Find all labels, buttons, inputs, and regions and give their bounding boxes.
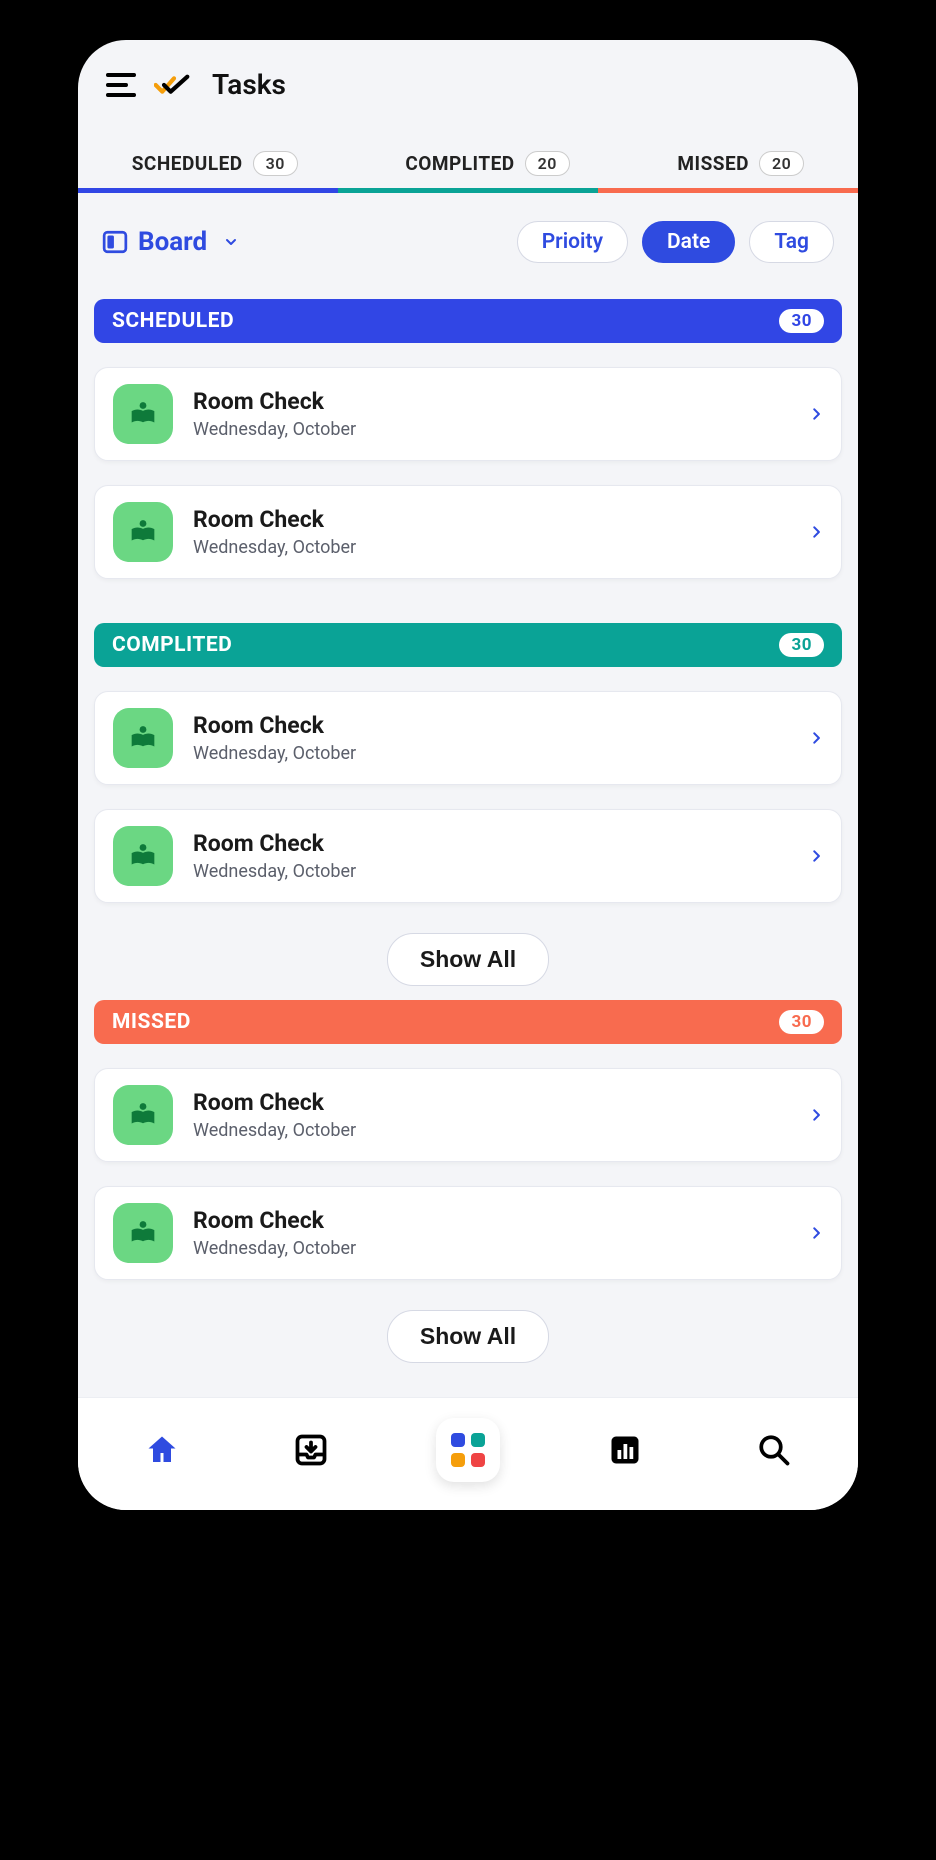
task-subtitle: Wednesday, October [193, 861, 789, 882]
section-label: SCHEDULED [112, 309, 234, 333]
nav-search[interactable] [751, 1427, 797, 1473]
tab-label: COMPLITED [405, 152, 514, 175]
tab-count: 20 [525, 151, 570, 176]
app-screen: Tasks SCHEDULED 30 COMPLITED 20 MISSED 2… [78, 40, 858, 1510]
tab-count: 30 [253, 151, 298, 176]
tasks-logo-icon [154, 73, 194, 97]
task-card[interactable]: Room Check Wednesday, October [94, 1068, 842, 1162]
task-title: Room Check [193, 1089, 789, 1116]
show-all-button[interactable]: Show All [387, 1310, 549, 1363]
section-header-completed[interactable]: COMPLITED 30 [94, 623, 842, 667]
task-subtitle: Wednesday, October [193, 1120, 789, 1141]
home-icon [144, 1432, 180, 1468]
task-icon [113, 384, 173, 444]
chevron-right-icon [809, 726, 823, 750]
tab-underline [78, 188, 858, 193]
nav-apps[interactable] [436, 1418, 500, 1482]
task-info: Room Check Wednesday, October [193, 506, 789, 558]
task-card[interactable]: Room Check Wednesday, October [94, 1186, 842, 1280]
filter-tag[interactable]: Tag [749, 221, 834, 263]
task-info: Room Check Wednesday, October [193, 1089, 789, 1141]
apps-icon [451, 1433, 485, 1467]
task-info: Room Check Wednesday, October [193, 388, 789, 440]
tab-count: 20 [759, 151, 804, 176]
task-title: Room Check [193, 1207, 789, 1234]
filter-chips: Prioity Date Tag [517, 221, 834, 263]
task-info: Room Check Wednesday, October [193, 830, 789, 882]
section-count: 30 [779, 1010, 824, 1034]
task-subtitle: Wednesday, October [193, 419, 789, 440]
tab-scheduled[interactable]: SCHEDULED 30 [132, 151, 298, 188]
status-tabs: SCHEDULED 30 COMPLITED 20 MISSED 20 [78, 119, 858, 188]
task-icon [113, 1203, 173, 1263]
inbox-icon [293, 1432, 329, 1468]
view-label: Board [138, 227, 207, 257]
task-subtitle: Wednesday, October [193, 1238, 789, 1259]
filter-bar: Board Prioity Date Tag [78, 193, 858, 285]
page-title: Tasks [212, 68, 286, 101]
section-header-missed[interactable]: MISSED 30 [94, 1000, 842, 1044]
tab-completed[interactable]: COMPLITED 20 [405, 151, 570, 188]
task-icon [113, 826, 173, 886]
task-info: Room Check Wednesday, October [193, 1207, 789, 1259]
task-card[interactable]: Room Check Wednesday, October [94, 691, 842, 785]
nav-home[interactable] [139, 1427, 185, 1473]
task-card[interactable]: Room Check Wednesday, October [94, 367, 842, 461]
nav-stats[interactable] [602, 1427, 648, 1473]
filter-date[interactable]: Date [642, 221, 735, 263]
chevron-right-icon [809, 520, 823, 544]
nav-inbox[interactable] [288, 1427, 334, 1473]
section-label: MISSED [112, 1010, 191, 1034]
view-switch[interactable]: Board [102, 227, 239, 257]
search-icon [756, 1432, 792, 1468]
task-info: Room Check Wednesday, October [193, 712, 789, 764]
section-header-scheduled[interactable]: SCHEDULED 30 [94, 299, 842, 343]
task-card[interactable]: Room Check Wednesday, October [94, 809, 842, 903]
task-title: Room Check [193, 388, 789, 415]
bottom-nav [78, 1397, 858, 1510]
chevron-right-icon [809, 402, 823, 426]
board-icon [102, 229, 128, 255]
task-card[interactable]: Room Check Wednesday, October [94, 485, 842, 579]
stats-icon [607, 1432, 643, 1468]
filter-priority[interactable]: Prioity [517, 221, 628, 263]
chevron-right-icon [809, 1221, 823, 1245]
tab-missed[interactable]: MISSED 20 [677, 151, 804, 188]
section-label: COMPLITED [112, 633, 232, 657]
menu-icon[interactable] [106, 73, 136, 97]
section-count: 30 [779, 633, 824, 657]
task-title: Room Check [193, 506, 789, 533]
chevron-down-icon [223, 234, 239, 250]
task-title: Room Check [193, 712, 789, 739]
chevron-right-icon [809, 1103, 823, 1127]
tab-label: SCHEDULED [132, 152, 243, 175]
task-icon [113, 502, 173, 562]
top-bar: Tasks [78, 40, 858, 119]
tab-label: MISSED [677, 152, 749, 175]
task-icon [113, 1085, 173, 1145]
chevron-right-icon [809, 844, 823, 868]
task-subtitle: Wednesday, October [193, 743, 789, 764]
task-icon [113, 708, 173, 768]
task-title: Room Check [193, 830, 789, 857]
section-count: 30 [779, 309, 824, 333]
show-all-button[interactable]: Show All [387, 933, 549, 986]
task-subtitle: Wednesday, October [193, 537, 789, 558]
